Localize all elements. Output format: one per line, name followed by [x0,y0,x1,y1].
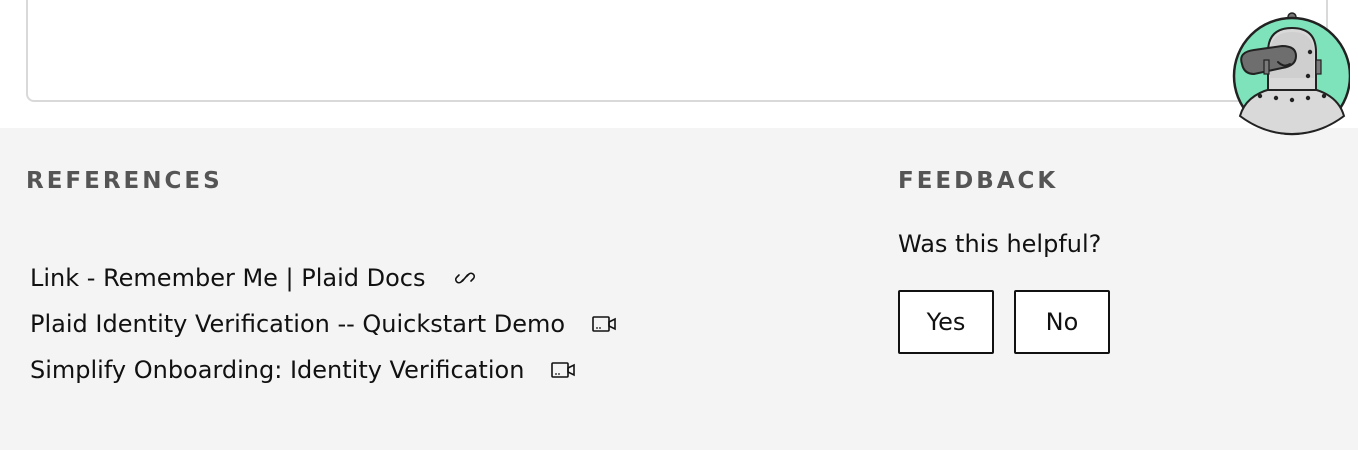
robot-platypus-avatar[interactable] [1230,12,1352,136]
reference-link[interactable]: Plaid Identity Verification -- Quickstar… [30,310,565,338]
references-list: Link - Remember Me | Plaid Docs Plaid Id… [30,246,617,402]
message-input[interactable] [26,0,1328,102]
video-icon [550,359,576,381]
answer-footer: REFERENCES Link - Remember Me | Plaid Do… [0,128,1358,450]
yes-button[interactable]: Yes [898,290,994,354]
feedback-heading: FEEDBACK [898,168,1059,194]
reference-link[interactable]: Simplify Onboarding: Identity Verificati… [30,356,524,384]
references-heading: REFERENCES [26,168,223,194]
link-icon [452,267,478,289]
reference-item: Simplify Onboarding: Identity Verificati… [30,338,617,402]
reference-link[interactable]: Link - Remember Me | Plaid Docs [30,264,426,292]
no-button[interactable]: No [1014,290,1110,354]
feedback-question: Was this helpful? [898,230,1102,258]
chat-input-area [0,0,1358,128]
video-icon [591,313,617,335]
